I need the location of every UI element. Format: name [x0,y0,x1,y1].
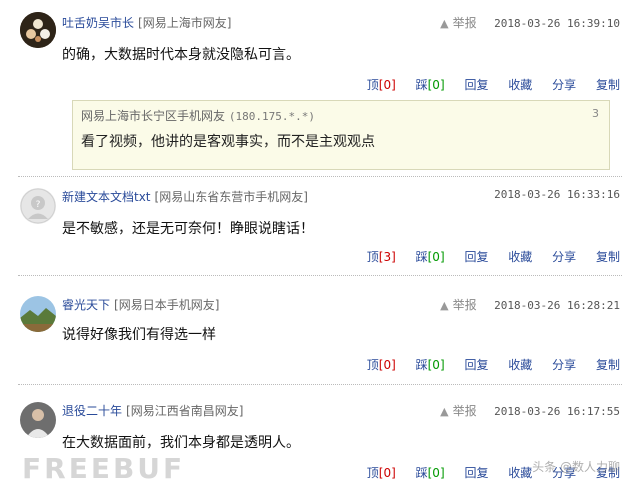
quoted-comment: 网易上海市长宁区手机网友 (180.175.*.*) 3 看了视频，他讲的是客观… [72,100,610,170]
downvote-button[interactable]: 踩[0] [416,78,445,92]
downvote-button[interactable]: 踩[0] [416,358,445,372]
comment-actions: 顶[0] 踩[0] 回复 收藏 分享 复制 [367,76,620,93]
username-link[interactable]: 退役二十年 [62,404,122,418]
favorite-button[interactable]: 收藏 [508,78,532,92]
reply-button[interactable]: 回复 [464,78,488,92]
avatar[interactable] [20,296,56,332]
upvote-count: [0] [378,358,396,372]
timestamp: 2018-03-26 16:33:16 [494,188,620,201]
share-button[interactable]: 分享 [552,78,576,92]
warning-icon: ▲ [440,405,449,418]
quote-floor-number: 3 [592,107,599,120]
comment-text: 的确，大数据时代本身就没隐私可言。 [62,47,300,63]
downvote-count: [0] [427,466,445,480]
username-link[interactable]: 新建文本文档txt [62,190,151,204]
upvote-label: 顶 [366,358,379,372]
person-avatar-icon [20,402,56,438]
upvote-label: 顶 [366,78,379,92]
downvote-count: [0] [427,358,445,372]
default-avatar-icon: ? [20,188,56,224]
landscape-avatar-icon [20,296,56,332]
upvote-button[interactable]: 顶[3] [367,250,396,264]
user-location: [网易江西省南昌网友] [126,404,244,418]
user-location: [网易上海市网友] [138,16,232,30]
comment-text: 在大数据面前，我们本身都是透明人。 [62,435,300,451]
username-link[interactable]: 吐舌奶吴市长 [62,16,134,30]
downvote-count: [0] [427,78,445,92]
report-button[interactable]: ▲ 举报 [440,16,476,30]
upvote-label: 顶 [366,466,379,480]
upvote-label: 顶 [366,250,379,264]
upvote-count: [3] [378,250,396,264]
timestamp: 2018-03-26 16:28:21 [494,299,620,312]
avatar[interactable]: ? [20,188,56,224]
quote-text: 看了视频，他讲的是客观事实，而不是主观观点 [81,134,375,150]
brand-watermark: 头条 @数人力聊 [532,460,620,474]
warning-icon: ▲ [440,17,449,30]
share-button[interactable]: 分享 [552,358,576,372]
downvote-button[interactable]: 踩[0] [416,466,445,480]
downvote-label: 踩 [415,250,428,264]
comment-meta: 新建文本文档txt [网易山东省东营市手机网友] [62,188,308,205]
reply-button[interactable]: 回复 [464,250,488,264]
report-label: 举报 [452,16,477,30]
comment-meta: 吐舌奶吴市长 [网易上海市网友] [62,14,231,31]
downvote-label: 踩 [415,358,428,372]
user-location: [网易山东省东营市手机网友] [154,190,308,204]
user-location: [网易日本手机网友] [114,298,220,312]
upvote-button[interactable]: 顶[0] [367,358,396,372]
comment-right-meta: ▲ 举报 2018-03-26 16:28:21 [440,296,620,313]
favorite-button[interactable]: 收藏 [508,358,532,372]
divider [18,275,622,276]
reply-button[interactable]: 回复 [464,358,488,372]
svg-text:?: ? [36,200,41,210]
avatar[interactable] [20,12,56,48]
comment-actions: 顶[3] 踩[0] 回复 收藏 分享 复制 [367,248,620,265]
quote-ip: (180.175.*.*) [228,110,315,123]
comment-text: 说得好像我们有得选一样 [62,327,216,343]
favorite-button[interactable]: 收藏 [508,466,532,480]
upvote-count: [0] [378,78,396,92]
copy-button[interactable]: 复制 [596,78,620,92]
quote-author[interactable]: 网易上海市长宁区手机网友 [81,109,225,123]
report-button[interactable]: ▲ 举报 [440,404,476,418]
report-label: 举报 [452,404,477,418]
reply-button[interactable]: 回复 [464,466,488,480]
divider [18,384,622,385]
report-button[interactable]: ▲ 举报 [440,298,476,312]
upvote-button[interactable]: 顶[0] [367,78,396,92]
avatar-image-icon [20,12,56,48]
downvote-count: [0] [427,250,445,264]
comment-meta: 睿光天下 [网易日本手机网友] [62,296,219,313]
downvote-label: 踩 [415,78,428,92]
avatar[interactable] [20,402,56,438]
timestamp: 2018-03-26 16:39:10 [494,17,620,30]
copy-button[interactable]: 复制 [596,250,620,264]
comment-text: 是不敏感，还是无可奈何！睁眼说瞎话！ [62,221,314,237]
favorite-button[interactable]: 收藏 [508,250,532,264]
timestamp: 2018-03-26 16:17:55 [494,405,620,418]
comment-right-meta: ▲ 举报 2018-03-26 16:39:10 [440,14,620,31]
downvote-label: 踩 [415,466,428,480]
comment-right-meta: 2018-03-26 16:33:16 [494,188,620,201]
downvote-button[interactable]: 踩[0] [416,250,445,264]
comment-right-meta: ▲ 举报 2018-03-26 16:17:55 [440,402,620,419]
share-button[interactable]: 分享 [552,250,576,264]
comment-meta: 退役二十年 [网易江西省南昌网友] [62,402,243,419]
warning-icon: ▲ [440,299,449,312]
copy-button[interactable]: 复制 [596,358,620,372]
report-label: 举报 [452,298,477,312]
divider [18,176,622,177]
username-link[interactable]: 睿光天下 [62,298,110,312]
quote-header: 网易上海市长宁区手机网友 (180.175.*.*) [81,107,315,124]
comment-actions: 顶[0] 踩[0] 回复 收藏 分享 复制 [367,356,620,373]
upvote-count: [0] [378,466,396,480]
watermark-logo: FREEBUF [22,452,186,485]
upvote-button[interactable]: 顶[0] [367,466,396,480]
